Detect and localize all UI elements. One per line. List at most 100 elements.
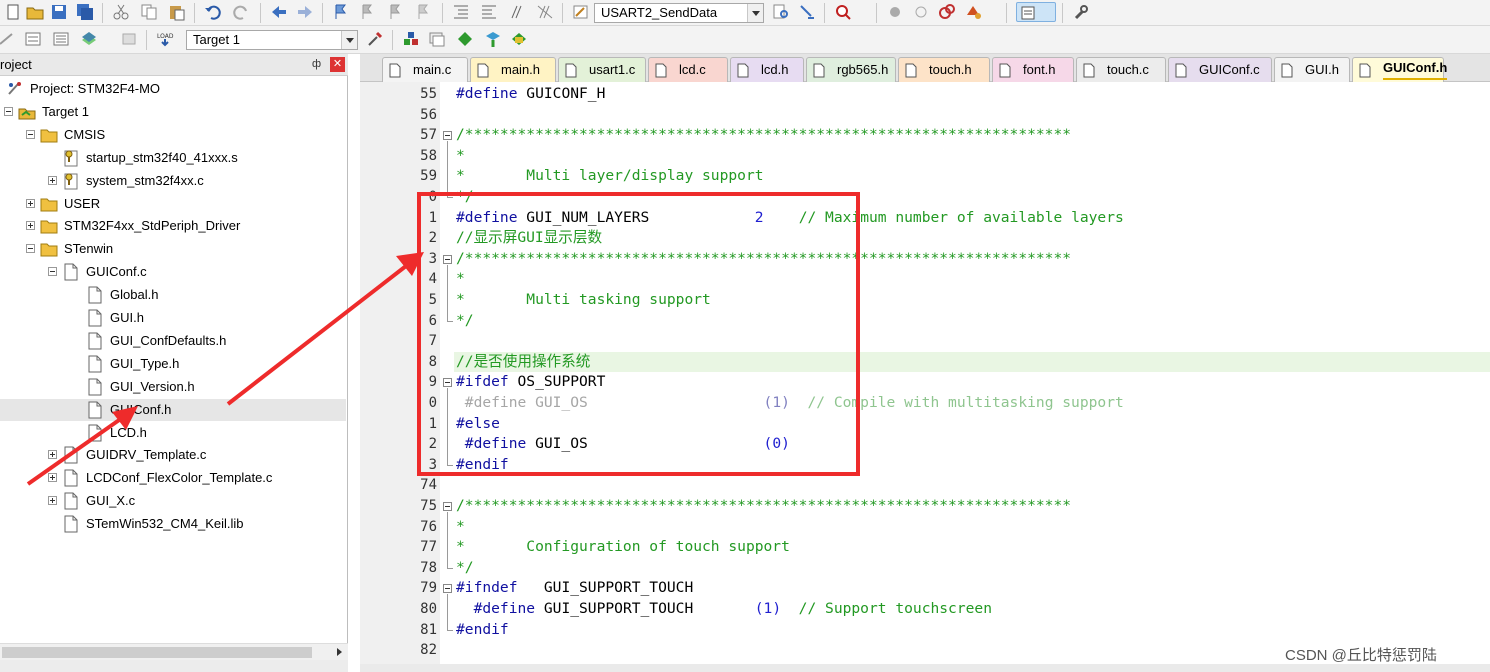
save-all-icon[interactable] bbox=[74, 2, 96, 22]
open-folder-icon[interactable] bbox=[24, 2, 46, 22]
pack-installer-icon[interactable] bbox=[454, 29, 476, 49]
nav-back-icon[interactable] bbox=[268, 2, 290, 22]
redo-icon[interactable] bbox=[230, 2, 252, 22]
code-line[interactable]: /***************************************… bbox=[456, 496, 1071, 517]
file-tab[interactable]: lcd.c bbox=[648, 57, 728, 82]
code-line[interactable]: #define GUICONF_H bbox=[456, 84, 605, 105]
batch-build-icon[interactable] bbox=[78, 29, 112, 49]
close-panel-button[interactable]: ✕ bbox=[330, 57, 345, 72]
expand-icon[interactable] bbox=[26, 198, 35, 208]
code-line[interactable]: * bbox=[456, 517, 465, 538]
project-horizontal-scrollbar[interactable] bbox=[0, 643, 348, 660]
copy-icon[interactable] bbox=[138, 2, 160, 22]
file-tab[interactable]: GUIConf.h bbox=[1352, 57, 1448, 83]
file-tab[interactable]: touch.h bbox=[898, 57, 990, 82]
rte-icon[interactable] bbox=[508, 29, 530, 49]
tree-item[interactable]: Target 1 bbox=[0, 101, 346, 123]
breakpoint-icon[interactable] bbox=[884, 2, 906, 22]
nav-forward-icon[interactable] bbox=[294, 2, 316, 22]
tree-item[interactable]: GUIConf.c bbox=[0, 261, 346, 283]
new-file-icon[interactable] bbox=[2, 2, 24, 22]
tree-item[interactable]: GUI_X.c bbox=[0, 490, 346, 512]
pin-icon[interactable]: ф bbox=[312, 58, 321, 70]
tree-item[interactable]: startup_stm32f40_41xxx.s bbox=[0, 147, 346, 169]
code-line[interactable]: * bbox=[456, 146, 465, 167]
kill-breakpoints-icon[interactable] bbox=[936, 2, 958, 22]
stop-build-icon[interactable] bbox=[118, 29, 140, 49]
chevron-down-icon[interactable] bbox=[341, 31, 357, 49]
function-combo[interactable]: USART2_SendData bbox=[594, 3, 764, 23]
manage-components-icon[interactable] bbox=[400, 29, 422, 49]
indent-icon[interactable] bbox=[450, 2, 472, 22]
file-tab[interactable]: rgb565.h bbox=[806, 57, 896, 82]
uncomment-icon[interactable] bbox=[534, 2, 556, 22]
collapse-icon[interactable] bbox=[443, 584, 452, 594]
tree-item[interactable]: system_stm32f4xx.c bbox=[0, 170, 346, 192]
code-line[interactable]: /***************************************… bbox=[456, 125, 1071, 146]
file-tab[interactable]: main.c bbox=[382, 57, 468, 82]
code-line[interactable]: */ bbox=[456, 558, 474, 579]
tree-item[interactable]: GUIDRV_Template.c bbox=[0, 444, 346, 466]
tree-item[interactable]: LCDConf_FlexColor_Template.c bbox=[0, 467, 346, 489]
file-tab[interactable]: touch.c bbox=[1076, 57, 1166, 82]
editor-horizontal-scrollbar[interactable] bbox=[360, 664, 1490, 672]
collapse-icon[interactable] bbox=[26, 244, 35, 254]
select-software-packs-icon[interactable] bbox=[482, 29, 504, 49]
file-tab[interactable]: font.h bbox=[992, 57, 1074, 82]
code-line[interactable]: * Multi layer/display support bbox=[456, 166, 764, 187]
collapse-icon[interactable] bbox=[4, 106, 13, 116]
build-icon[interactable] bbox=[22, 29, 44, 49]
rebuild-icon[interactable] bbox=[50, 29, 72, 49]
file-tab[interactable]: lcd.h bbox=[730, 57, 804, 82]
debug-zoom-icon[interactable] bbox=[832, 2, 854, 22]
tree-item[interactable]: STM32F4xx_StdPeriph_Driver bbox=[0, 215, 346, 237]
wrench-icon[interactable] bbox=[1070, 2, 1092, 22]
scrollbar-thumb[interactable] bbox=[2, 647, 312, 658]
file-extensions-icon[interactable] bbox=[426, 29, 448, 49]
find-in-files-icon[interactable] bbox=[570, 2, 592, 22]
file-tab[interactable]: usart1.c bbox=[558, 57, 646, 82]
compile-icon[interactable] bbox=[0, 29, 18, 49]
window-layout-icon[interactable] bbox=[1016, 2, 1056, 22]
expand-icon[interactable] bbox=[48, 450, 57, 460]
expand-icon[interactable] bbox=[48, 473, 57, 483]
incremental-find-icon[interactable] bbox=[796, 2, 818, 22]
code-line[interactable]: #endif bbox=[456, 620, 509, 641]
target-options-icon[interactable] bbox=[364, 29, 386, 49]
scroll-right-icon[interactable] bbox=[332, 646, 346, 659]
tree-item[interactable]: GUI_Version.h bbox=[0, 376, 346, 398]
expand-icon[interactable] bbox=[26, 221, 35, 231]
collapse-icon[interactable] bbox=[443, 502, 452, 511]
tree-item[interactable]: USER bbox=[0, 193, 346, 215]
tree-item[interactable]: GUI_ConfDefaults.h bbox=[0, 330, 346, 352]
save-icon[interactable] bbox=[48, 2, 70, 22]
undo-icon[interactable] bbox=[202, 2, 224, 22]
file-tab[interactable]: GUIConf.c bbox=[1168, 57, 1272, 82]
next-bookmark-icon[interactable] bbox=[384, 2, 406, 22]
disable-breakpoint-icon[interactable] bbox=[910, 2, 932, 22]
expand-icon[interactable] bbox=[48, 175, 57, 185]
tree-item[interactable]: LCD.h bbox=[0, 422, 346, 444]
tree-item[interactable]: STenwin bbox=[0, 238, 346, 260]
code-line[interactable]: * Configuration of touch support bbox=[456, 537, 790, 558]
configure-icon[interactable] bbox=[962, 2, 984, 22]
find-icon[interactable] bbox=[770, 2, 792, 22]
download-load-icon[interactable]: LOAD bbox=[154, 29, 176, 49]
code-line[interactable]: #ifndef GUI_SUPPORT_TOUCH bbox=[456, 578, 693, 599]
clear-bookmarks-icon[interactable] bbox=[412, 2, 434, 22]
file-tab[interactable]: GUI.h bbox=[1274, 57, 1350, 82]
chevron-down-icon[interactable] bbox=[747, 4, 763, 22]
cut-icon[interactable] bbox=[110, 2, 132, 22]
panel-bottom-tabs[interactable] bbox=[0, 660, 348, 672]
expand-icon[interactable] bbox=[48, 496, 57, 506]
tree-item[interactable]: GUIConf.h bbox=[0, 398, 346, 421]
tree-item[interactable]: STemWin532_CM4_Keil.lib bbox=[0, 513, 346, 535]
comment-icon[interactable] bbox=[506, 2, 528, 22]
tree-item[interactable]: GUI.h bbox=[0, 307, 346, 329]
file-tab[interactable]: main.h bbox=[470, 57, 556, 82]
prev-bookmark-icon[interactable] bbox=[356, 2, 378, 22]
tree-item[interactable]: Global.h bbox=[0, 284, 346, 306]
target-combo[interactable]: Target 1 bbox=[186, 30, 358, 50]
bookmark-icon[interactable] bbox=[330, 2, 352, 22]
paste-icon[interactable] bbox=[166, 2, 188, 22]
